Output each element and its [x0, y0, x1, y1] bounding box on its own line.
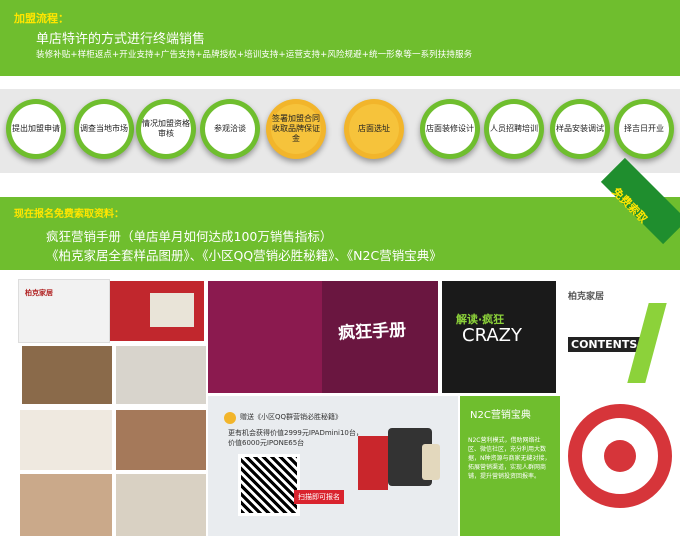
contents-brand-logo: 柏克家居: [568, 292, 605, 302]
manual-title: 疯狂手册: [337, 320, 407, 344]
process-step-9: 样品安装调试: [550, 99, 610, 159]
qq-icon: [224, 412, 236, 424]
franchise-headline: 单店特许的方式进行终端销售: [36, 32, 206, 47]
qr-code[interactable]: [238, 454, 300, 516]
door-catalog-photo: [20, 410, 112, 470]
catalog-cover-image: 柏克家居: [18, 279, 110, 343]
catalog-brand: 柏克家居: [25, 289, 53, 297]
step-label: 样品安装调试: [556, 124, 604, 133]
process-step-6: 店面选址: [344, 99, 404, 159]
step-label: 提出加盟申请: [12, 124, 60, 133]
living-room-photo: [20, 474, 112, 536]
step-label: 调查当地市场: [80, 124, 128, 133]
process-step-5: 签署加盟合同收取品牌保证金: [266, 99, 326, 159]
n2c-title: N2C营销宝典: [470, 410, 531, 421]
materials-line-1: 疯狂营销手册（单店单月如何达成100万销售指标）: [46, 229, 333, 244]
process-step-3: 情况加盟资格审核: [136, 99, 196, 159]
step-label: 择吉日开业: [624, 124, 664, 133]
bedroom-photo: [22, 346, 112, 404]
process-step-10: 择吉日开业: [614, 99, 674, 159]
materials-line-2: 《柏克家居全套样品图册》、《小区QQ营销必胜秘籍》、《N2C营销宝典》: [46, 248, 442, 263]
process-step-2: 调查当地市场: [74, 99, 134, 159]
n2c-wheel-diagram: [568, 404, 672, 508]
qq-gift-text: 赠送《小区QQ群营销必胜秘籍》: [240, 413, 343, 421]
n2c-description: N2C营利模式，借助网络社区、微信社区，充分利用大数据，N种资源与商家无缝对接，…: [468, 437, 551, 480]
book-image: [358, 436, 388, 490]
cabinet-photo: [116, 474, 206, 536]
manual-back-cover: [208, 281, 322, 393]
process-step-7: 店面装修设计: [420, 99, 480, 159]
process-step-4: 参观洽谈: [200, 99, 260, 159]
wood-panel-photo: [116, 410, 206, 470]
catalog-red-page-image: [110, 281, 204, 341]
contents-page: 柏克家居 CONTENTS: [558, 281, 672, 393]
qq-promo-panel: 赠送《小区QQ群营销必胜秘籍》 更有机会获得价值2999元IPADmini10台…: [208, 396, 458, 536]
step-label: 店面选址: [358, 124, 390, 133]
register-button[interactable]: 扫描即可报名: [294, 490, 344, 504]
step-label: 店面装修设计: [426, 124, 474, 133]
step-label: 人员招聘培训: [490, 124, 538, 133]
materials-title: 现在报名免费索取资料：: [14, 209, 124, 220]
franchise-support-list: 装修补贴+样柜返点+开业支持+广告支持+品牌授权+培训支持+运营支持+风险规避+…: [36, 50, 473, 60]
step-label: 情况加盟资格审核: [142, 119, 190, 138]
manual-front-cover: 疯狂手册: [322, 281, 438, 393]
process-step-1: 提出加盟申请: [6, 99, 66, 159]
contents-word: CONTENTS: [568, 337, 641, 352]
qq-offer-line-1: 更有机会获得价值2999元IPADmini10台，: [228, 429, 363, 437]
franchise-process-title: 加盟流程：: [14, 12, 69, 25]
qq-offer-line-2: 价值6000元IPONE65台: [228, 439, 305, 447]
wardrobe-photo: [116, 346, 206, 404]
phone-image: [422, 444, 440, 480]
step-label: 参观洽谈: [214, 124, 246, 133]
crazy-word: CRAZY: [462, 325, 522, 346]
n2c-panel: N2C营销宝典 N2C营利模式，借助网络社区、微信社区，充分利用大数据，N种资源…: [460, 396, 560, 536]
crazy-page: 解读·疯狂 CRAZY: [442, 281, 556, 393]
step-label: 签署加盟合同收取品牌保证金: [272, 114, 320, 143]
process-step-8: 人员招聘培训: [484, 99, 544, 159]
